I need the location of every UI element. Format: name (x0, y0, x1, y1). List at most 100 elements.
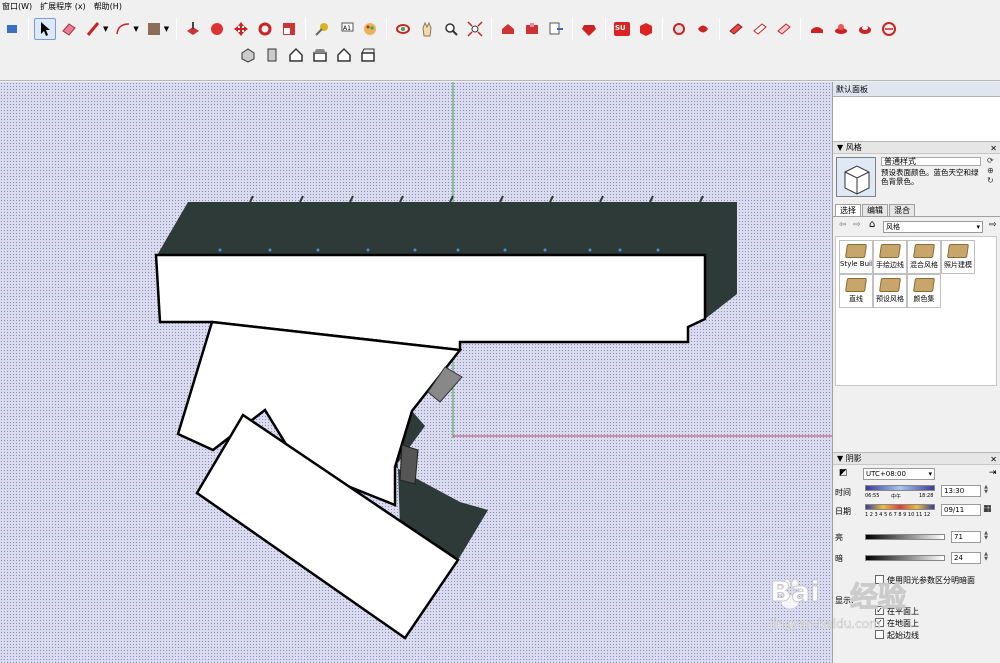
timezone-select[interactable]: UTC+08:00 ▾ (863, 468, 935, 480)
extension-warehouse-icon[interactable] (521, 18, 543, 40)
warehouse-icon[interactable] (497, 18, 519, 40)
menu-extensions[interactable]: 扩展程序 (x) (38, 0, 92, 13)
zoom-extents-icon[interactable] (464, 18, 486, 40)
details-arrow-icon[interactable]: ⇨ (989, 220, 997, 230)
pencil-icon[interactable] (82, 18, 104, 40)
style-collection-item[interactable]: 颜色集 (907, 274, 941, 308)
back-arrow-icon[interactable]: ⇦ (839, 220, 847, 230)
tab-edit[interactable]: 编辑 (862, 204, 888, 216)
style-name-field[interactable]: 普通样式 (881, 157, 981, 166)
dark-spinner[interactable]: ▲ ▼ (983, 552, 989, 562)
style-collection-item[interactable]: Style Buil (839, 240, 873, 274)
add-detail-icon[interactable] (878, 18, 900, 40)
styles-section-header[interactable]: ▼ 风格 ✕ (833, 141, 1000, 154)
arc-icon[interactable] (112, 18, 134, 40)
right-view-icon[interactable] (309, 44, 331, 66)
from-edges-checkbox[interactable] (875, 630, 884, 639)
chevron-down-icon[interactable]: ▼ (164, 25, 169, 33)
update-style-icon[interactable]: ⟳ (987, 156, 994, 166)
text-icon[interactable]: A1 (335, 18, 357, 40)
model-viewport[interactable] (0, 82, 832, 663)
date-input[interactable]: 09/11 (941, 504, 981, 516)
move-icon[interactable] (230, 18, 252, 40)
shadows-section-header[interactable]: ▼ 阴影 ✕ (833, 452, 1000, 465)
tab-mix[interactable]: 混合 (889, 204, 915, 216)
style-collection-label: 预设风格 (876, 295, 904, 303)
on-ground-checkbox[interactable]: ✓ (875, 618, 884, 627)
menu-window[interactable]: 窗口(W) (0, 0, 38, 13)
light-spinner[interactable]: ▲ ▼ (983, 531, 989, 541)
dark-label: 暗 (835, 554, 843, 563)
section-cut-icon[interactable] (773, 18, 795, 40)
month-labels: 1 2 3 4 5 6 7 8 9 10 11 12 (865, 512, 931, 518)
tab-select[interactable]: 选择 (835, 204, 861, 216)
select-icon[interactable] (34, 18, 56, 40)
style-collection-item[interactable]: 混合风格 (907, 240, 941, 274)
dark-input[interactable]: 24 (951, 552, 981, 564)
time-input[interactable]: 13:30 (941, 485, 981, 497)
drape-icon[interactable] (854, 18, 876, 40)
solid-icon[interactable] (635, 18, 657, 40)
follow-me-icon[interactable] (206, 18, 228, 40)
folder-icon (845, 278, 867, 292)
tape-measure-icon[interactable] (311, 18, 333, 40)
forward-arrow-icon[interactable]: ⇨ (853, 220, 861, 230)
stamp-icon[interactable] (830, 18, 852, 40)
tray-title: 默认面板 (833, 82, 1000, 97)
model-drawing[interactable] (0, 82, 832, 663)
display-label: 显示: (835, 596, 854, 605)
section-display-icon[interactable] (749, 18, 771, 40)
style-collection-item[interactable]: 手绘边线 (873, 240, 907, 274)
zoom-icon[interactable] (440, 18, 462, 40)
shadow-toggle-icon[interactable]: ◩ (839, 468, 848, 478)
style-collection-label: 直线 (849, 295, 863, 303)
paint-icon[interactable] (359, 18, 381, 40)
dark-slider[interactable] (865, 555, 945, 561)
eraser-icon[interactable] (58, 18, 80, 40)
front-view-icon[interactable] (285, 44, 307, 66)
ruby-icon[interactable] (578, 18, 600, 40)
camera-icon[interactable] (668, 18, 690, 40)
chevron-down-icon[interactable]: ▼ (103, 25, 108, 33)
create-style-icon[interactable]: ⊕ (987, 166, 994, 176)
toolbar-separator (176, 18, 178, 40)
menu-help[interactable]: 帮助(H) (92, 0, 128, 13)
use-sun-checkbox[interactable] (875, 575, 884, 584)
home-icon[interactable]: ⌂ (869, 219, 875, 230)
back-view-icon[interactable] (333, 44, 355, 66)
walk-icon[interactable] (692, 18, 714, 40)
rotate-icon[interactable] (254, 18, 276, 40)
default-tray: 默认面板 ▼ 风格 ✕ 普通样式 预设表面颜色。蓝色天空和绿色背景色。 ⟳ ⊕ … (832, 82, 1000, 663)
pan-icon[interactable] (416, 18, 438, 40)
light-input[interactable]: 71 (951, 531, 981, 543)
roof-fins (249, 195, 704, 203)
section-plane-icon[interactable] (725, 18, 747, 40)
chevron-down-icon[interactable]: ▼ (133, 25, 138, 33)
orbit-icon[interactable] (392, 18, 414, 40)
expand-icon[interactable]: ⇥ (989, 468, 997, 478)
time-spinner[interactable]: ▲ ▼ (983, 485, 989, 495)
time-slider[interactable] (865, 485, 935, 491)
toolbar-separator (719, 18, 721, 40)
sandbox-icon[interactable] (806, 18, 828, 40)
toolbar-separator (305, 18, 307, 40)
style-collection-item[interactable]: 预设风格 (873, 274, 907, 308)
scale-icon[interactable] (278, 18, 300, 40)
calendar-icon[interactable]: ▦ (983, 504, 992, 514)
date-slider[interactable] (865, 504, 935, 510)
style-collection-item[interactable]: 照片建模 (941, 240, 975, 274)
left-view-icon[interactable] (357, 44, 379, 66)
style-collection-label: 照片建模 (944, 261, 972, 269)
iso-view-icon[interactable] (237, 44, 259, 66)
push-pull-icon[interactable] (182, 18, 204, 40)
refresh-icon[interactable]: ↻ (987, 176, 994, 186)
view-icon[interactable] (1, 18, 23, 40)
send-to-layout-icon[interactable] (545, 18, 567, 40)
su-app-icon[interactable]: SU (611, 18, 633, 40)
on-faces-checkbox[interactable]: ✓ (875, 606, 884, 615)
style-collection-item[interactable]: 直线 (839, 274, 873, 308)
light-slider[interactable] (865, 534, 945, 540)
collection-select[interactable]: 风格 ▾ (883, 221, 983, 233)
top-view-icon[interactable] (261, 44, 283, 66)
rectangle-icon[interactable] (143, 18, 165, 40)
